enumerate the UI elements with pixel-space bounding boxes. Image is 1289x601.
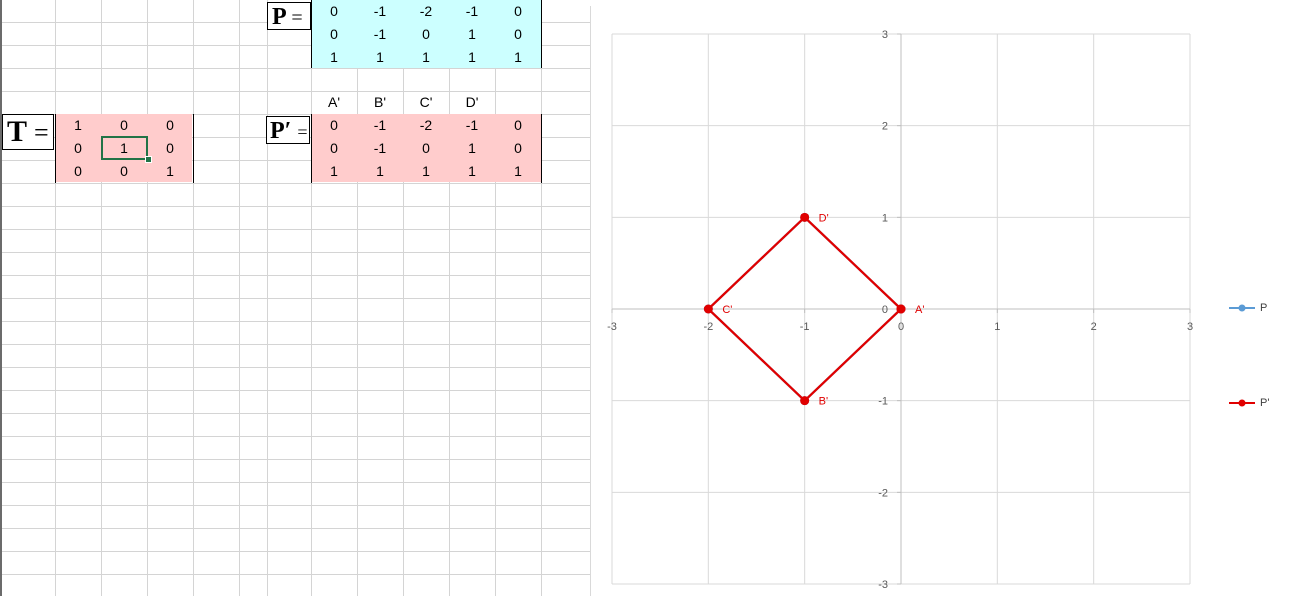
matrix-pprime-cell[interactable]: 1 (357, 160, 403, 183)
matrix-p-cell[interactable]: 1 (357, 46, 403, 69)
matrix-p-cell[interactable]: 0 (495, 23, 541, 46)
x-tick-label: 0 (898, 321, 904, 333)
x-tick-label: 1 (994, 321, 1000, 333)
matrix-p-cell[interactable]: -1 (449, 0, 495, 23)
matrix-p-equals: = (291, 7, 303, 29)
matrix-p-cell[interactable]: -1 (357, 0, 403, 23)
data-label: D' (819, 212, 829, 224)
scatter-chart[interactable]: -3 -2 -1 0 1 2 3 -3 -2 -1 0 1 2 3 A' B' C' D' P P' (590, 6, 1289, 596)
matrix-p-cell[interactable]: 0 (495, 0, 541, 23)
matrix-pprime-cell[interactable]: 0 (311, 114, 357, 137)
matrix-p-cell[interactable]: -1 (357, 23, 403, 46)
legend-item[interactable]: P' (1227, 396, 1269, 410)
matrix-p-cell[interactable]: 1 (449, 46, 495, 69)
y-tick-label: -2 (878, 487, 888, 499)
matrix-pprime-cell[interactable]: 1 (449, 160, 495, 183)
data-label: C' (722, 304, 732, 316)
legend-marker (1229, 399, 1255, 407)
matrix-pprime-cell[interactable]: 1 (495, 160, 541, 183)
data-point (800, 212, 810, 222)
matrix-t-cell[interactable]: 0 (101, 114, 147, 137)
column-header-4[interactable]: D' (449, 91, 495, 114)
y-tick-label: -3 (878, 579, 888, 591)
x-tick-label: -1 (800, 321, 810, 333)
matrix-p-label[interactable]: P = (267, 2, 311, 30)
legend-label: P (1260, 302, 1268, 314)
matrix-p-cell[interactable]: 1 (449, 23, 495, 46)
matrix-t-cell[interactable]: 0 (147, 137, 193, 160)
matrix-pprime-equals: = (297, 122, 308, 142)
matrix-p-cell[interactable]: 0 (311, 0, 357, 23)
data-point (703, 304, 713, 314)
matrix-pprime-cell[interactable]: 0 (495, 137, 541, 160)
legend-label: P' (1260, 397, 1270, 409)
matrix-pprime-cell[interactable]: 0 (311, 137, 357, 160)
data-label: B' (819, 396, 828, 408)
y-tick-label: -1 (878, 396, 888, 408)
matrix-pprime-cell[interactable]: 0 (495, 114, 541, 137)
matrix-pprime-cell[interactable]: 1 (403, 160, 449, 183)
matrix-pprime-cell[interactable]: 1 (449, 137, 495, 160)
matrix-t-equals: = (33, 118, 49, 147)
y-tick-label: 1 (882, 212, 888, 224)
matrix-t-cell[interactable]: 0 (147, 114, 193, 137)
matrix-p-cell[interactable]: 1 (403, 46, 449, 69)
x-tick-label: 3 (1187, 321, 1193, 333)
data-point (896, 304, 906, 314)
matrix-pprime-label[interactable]: P′ = (266, 116, 310, 144)
matrix-pprime-cell[interactable]: 1 (311, 160, 357, 183)
matrix-t-cell[interactable]: 1 (147, 160, 193, 183)
x-tick-label: -2 (703, 321, 713, 333)
fill-handle[interactable] (145, 156, 152, 163)
matrix-p-cell[interactable]: 0 (311, 23, 357, 46)
legend-item[interactable]: P (1227, 301, 1267, 315)
matrix-t-cell[interactable]: 0 (101, 160, 147, 183)
matrix-pprime-cell[interactable]: -1 (357, 114, 403, 137)
x-tick-label: 2 (1091, 321, 1097, 333)
data-label: A' (915, 304, 924, 316)
y-tick-label: 3 (882, 29, 888, 41)
matrix-t-label[interactable]: T = (2, 114, 54, 150)
matrix-pprime-cell[interactable]: -2 (403, 114, 449, 137)
cell-gridlines (0, 0, 590, 596)
x-tick-label: -3 (607, 321, 617, 333)
matrix-t-cell[interactable]: 1 (55, 114, 101, 137)
matrix-p-cell[interactable]: 0 (403, 23, 449, 46)
spreadsheet-grid[interactable]: P = 0 -1 -2 -1 0 0 -1 0 1 0 1 1 1 1 1 T = 100010001 P′… (0, 0, 590, 596)
matrix-p-cell[interactable]: -2 (403, 0, 449, 23)
matrix-p-cell[interactable]: 1 (311, 46, 357, 69)
active-cell-border[interactable] (101, 136, 148, 160)
column-header-2[interactable]: B' (357, 91, 403, 114)
matrix-pprime-cell[interactable]: 0 (403, 137, 449, 160)
matrix-p-cell[interactable]: 1 (495, 46, 541, 69)
matrix-pprime-cell[interactable]: -1 (357, 137, 403, 160)
plot-area: -3 -2 -1 0 1 2 3 -3 -2 -1 0 1 2 3 A' B' C' D' (607, 29, 1193, 591)
y-tick-label: 2 (882, 121, 888, 133)
column-header-3[interactable]: C' (403, 91, 449, 114)
matrix-p-symbol: P (272, 4, 286, 30)
matrix-pprime-cell[interactable]: -1 (449, 114, 495, 137)
matrix-t-cell[interactable]: 0 (55, 160, 101, 183)
legend-marker (1229, 304, 1255, 312)
data-point (800, 396, 810, 406)
matrix-pprime-symbol: P′ (270, 118, 292, 144)
y-tick-label: 0 (882, 304, 888, 316)
column-header-1[interactable]: A' (311, 91, 357, 114)
matrix-t-symbol: T (7, 115, 27, 148)
matrix-t-cell[interactable]: 0 (55, 137, 101, 160)
